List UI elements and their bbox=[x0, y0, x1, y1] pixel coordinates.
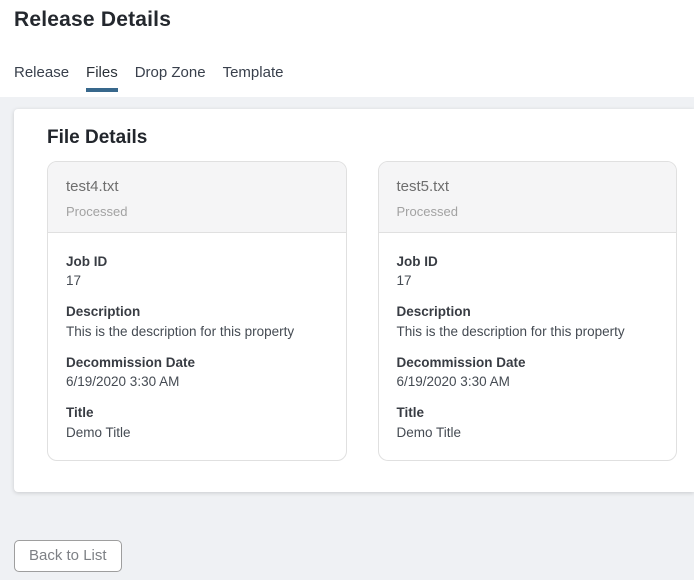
field-value: 17 bbox=[397, 272, 659, 290]
file-card-header: test4.txt Processed bbox=[48, 162, 346, 233]
field-label: Job ID bbox=[397, 253, 659, 271]
screen: Release Details Release Files Drop Zone … bbox=[0, 0, 694, 580]
tab-bar: Release Files Drop Zone Template bbox=[14, 64, 694, 92]
field-decommission-date: Decommission Date 6/19/2020 3:30 AM bbox=[66, 354, 328, 391]
field-value: Demo Title bbox=[397, 424, 659, 442]
field-label: Job ID bbox=[66, 253, 328, 271]
panel-heading: File Details bbox=[47, 127, 677, 149]
field-decommission-date: Decommission Date 6/19/2020 3:30 AM bbox=[397, 354, 659, 391]
field-label: Description bbox=[397, 303, 659, 321]
file-status: Processed bbox=[66, 204, 328, 219]
footer: Back to List bbox=[0, 492, 694, 572]
tab-release[interactable]: Release bbox=[14, 64, 69, 92]
tab-template[interactable]: Template bbox=[223, 64, 284, 92]
page-header: Release Details Release Files Drop Zone … bbox=[0, 0, 694, 97]
field-value: This is the description for this propert… bbox=[66, 323, 328, 341]
file-status: Processed bbox=[397, 204, 659, 219]
file-name: test4.txt bbox=[66, 178, 328, 195]
field-job-id: Job ID 17 bbox=[397, 253, 659, 290]
field-label: Description bbox=[66, 303, 328, 321]
file-card: test4.txt Processed Job ID 17 Descriptio… bbox=[47, 161, 347, 461]
file-card-body: Job ID 17 Description This is the descri… bbox=[379, 233, 677, 461]
page-title: Release Details bbox=[14, 8, 694, 32]
file-name: test5.txt bbox=[397, 178, 659, 195]
field-title: Title Demo Title bbox=[397, 404, 659, 441]
field-description: Description This is the description for … bbox=[397, 303, 659, 340]
file-card-list: test4.txt Processed Job ID 17 Descriptio… bbox=[47, 161, 677, 461]
file-card-header: test5.txt Processed bbox=[379, 162, 677, 233]
field-value: Demo Title bbox=[66, 424, 328, 442]
file-details-panel: File Details test4.txt Processed Job ID … bbox=[14, 109, 694, 492]
field-label: Decommission Date bbox=[66, 354, 328, 372]
field-value: This is the description for this propert… bbox=[397, 323, 659, 341]
field-value: 17 bbox=[66, 272, 328, 290]
file-card: test5.txt Processed Job ID 17 Descriptio… bbox=[378, 161, 678, 461]
field-job-id: Job ID 17 bbox=[66, 253, 328, 290]
field-description: Description This is the description for … bbox=[66, 303, 328, 340]
field-title: Title Demo Title bbox=[66, 404, 328, 441]
field-label: Decommission Date bbox=[397, 354, 659, 372]
field-label: Title bbox=[397, 404, 659, 422]
tab-drop-zone[interactable]: Drop Zone bbox=[135, 64, 206, 92]
back-to-list-button[interactable]: Back to List bbox=[14, 540, 122, 572]
content-area: File Details test4.txt Processed Job ID … bbox=[0, 97, 694, 580]
field-value: 6/19/2020 3:30 AM bbox=[66, 373, 328, 391]
tab-files[interactable]: Files bbox=[86, 64, 118, 92]
file-card-body: Job ID 17 Description This is the descri… bbox=[48, 233, 346, 461]
field-label: Title bbox=[66, 404, 328, 422]
field-value: 6/19/2020 3:30 AM bbox=[397, 373, 659, 391]
